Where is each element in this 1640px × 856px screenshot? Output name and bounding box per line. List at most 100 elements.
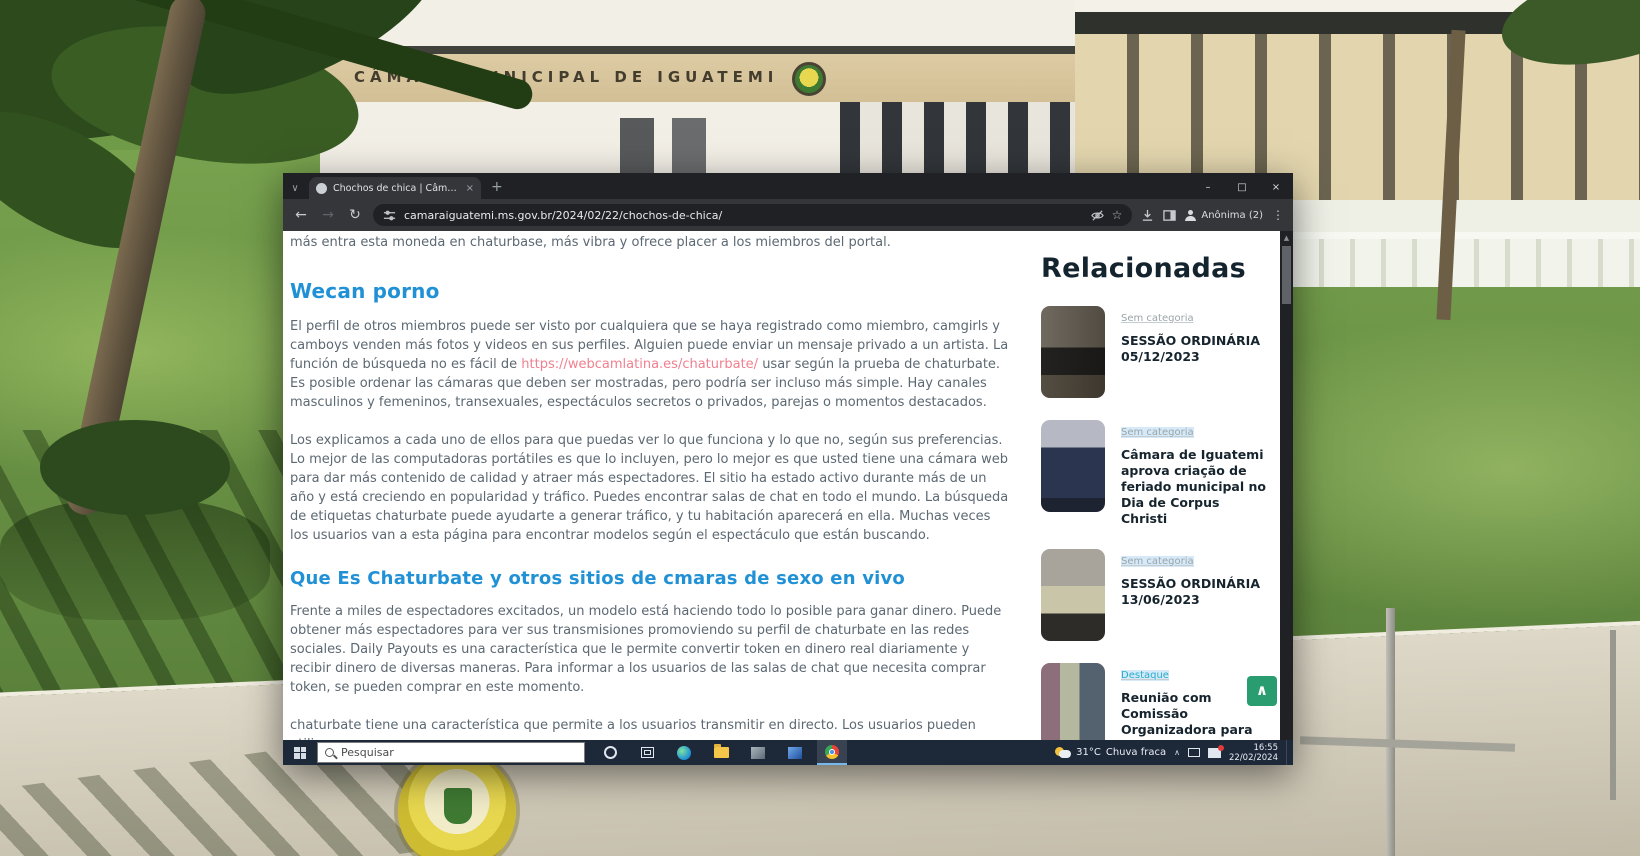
weather-icon <box>1055 747 1072 758</box>
task-view-button[interactable] <box>632 740 662 765</box>
building-eave <box>320 46 1080 54</box>
browser-menu-icon[interactable]: ⋮ <box>1272 208 1284 222</box>
tray-display-icon[interactable] <box>1188 748 1200 757</box>
taskbar-app-icons <box>595 740 847 765</box>
browser-tab[interactable]: Chochos de chica | Câmara Mu × <box>309 177 481 199</box>
scrollbar-up-arrow[interactable]: ▲ <box>1280 231 1293 242</box>
related-title-link[interactable]: SESSÃO ORDINÁRIA 13/06/2023 <box>1121 576 1266 608</box>
related-item[interactable]: Destaque Reunião com Comissão Organizado… <box>1041 663 1266 740</box>
related-category-link[interactable]: Sem categoria <box>1121 313 1194 324</box>
profile-avatar-icon <box>1185 209 1197 221</box>
windows-taskbar: Pesquisar 31°C Chuva fraca ∧ 16:55 22/02… <box>283 740 1293 765</box>
building-windows <box>840 102 1080 178</box>
address-bar[interactable]: camaraiguatemi.ms.gov.br/2024/02/22/choc… <box>373 204 1133 226</box>
taskbar-search-box[interactable]: Pesquisar <box>317 742 585 763</box>
site-controls-icon[interactable] <box>383 209 396 222</box>
related-category-link[interactable]: Sem categoria <box>1121 556 1194 567</box>
wallpaper-shrub <box>40 420 230 515</box>
related-thumbnail[interactable] <box>1041 663 1105 740</box>
search-icon <box>325 748 334 757</box>
reload-button[interactable]: ↻ <box>346 207 364 223</box>
edge-button[interactable] <box>669 740 699 765</box>
window-maximize-button[interactable]: □ <box>1225 182 1259 199</box>
tray-keyboard-icon[interactable] <box>1208 744 1224 758</box>
article-column: más entra esta moneda en chaturbase, más… <box>290 231 1012 740</box>
forward-button[interactable]: → <box>319 207 337 223</box>
page-content: más entra esta moneda en chaturbase, más… <box>283 231 1293 740</box>
related-category-link[interactable]: Destaque <box>1121 670 1169 681</box>
related-thumbnail[interactable] <box>1041 420 1105 512</box>
page-scrollbar[interactable]: ▲ <box>1280 231 1293 740</box>
file-explorer-icon <box>713 744 729 758</box>
new-tab-button[interactable]: + <box>491 179 503 195</box>
wallpaper-fence <box>1293 232 1640 287</box>
file-explorer-button[interactable] <box>706 740 736 765</box>
weather-condition: Chuva fraca <box>1105 747 1167 758</box>
tab-close-icon[interactable]: × <box>466 183 474 194</box>
profile-button[interactable]: Anônima (2) <box>1185 209 1263 221</box>
scroll-to-top-button[interactable]: ∧ <box>1247 676 1277 706</box>
edge-icon <box>677 745 691 760</box>
building-emblem <box>792 62 826 96</box>
cortana-icon <box>603 746 617 759</box>
clock-time: 16:55 <box>1253 742 1279 753</box>
chrome-icon <box>825 744 839 759</box>
window-minimize-button[interactable]: – <box>1191 182 1225 199</box>
start-button[interactable] <box>283 740 317 765</box>
article-intro-line: más entra esta moneda en chaturbase, más… <box>290 235 891 250</box>
wallpaper-hedge <box>0 500 270 620</box>
related-item[interactable]: Sem categoria SESSÃO ORDINÁRIA 05/12/202… <box>1041 306 1266 398</box>
downloads-icon[interactable] <box>1141 209 1154 222</box>
tab-search-icon[interactable]: ∨ <box>283 183 307 199</box>
related-sidebar: Relacionadas Sem categoria SESSÃO ORDINÁ… <box>1041 231 1266 740</box>
wallpaper-building: CÂMARA MUNICIPAL DE IGUATEMI <box>320 0 1080 178</box>
related-heading: Relacionadas <box>1041 253 1247 284</box>
related-item[interactable]: Sem categoria Câmara de Iguatemi aprova … <box>1041 420 1266 527</box>
mail-app-button[interactable] <box>780 740 810 765</box>
article-paragraph-4: chaturbate tiene una característica que … <box>290 718 976 740</box>
back-button[interactable]: ← <box>292 207 310 223</box>
bookmark-star-icon[interactable]: ☆ <box>1112 208 1123 222</box>
notification-badge <box>1218 744 1224 751</box>
related-title-link[interactable]: SESSÃO ORDINÁRIA 05/12/2023 <box>1121 333 1266 365</box>
mail-app-icon <box>788 746 802 759</box>
chaturbate-link[interactable]: https://webcamlatina.es/chaturbate/ <box>521 357 758 372</box>
related-title-link[interactable]: Câmara de Iguatemi aprova criação de fer… <box>1121 447 1266 527</box>
related-category-link[interactable]: Sem categoria <box>1121 427 1194 438</box>
clock-date: 22/02/2024 <box>1229 752 1278 763</box>
lamp-pole <box>1610 630 1616 800</box>
url-text[interactable]: camaraiguatemi.ms.gov.br/2024/02/22/choc… <box>404 209 1083 222</box>
related-thumbnail[interactable] <box>1041 549 1105 641</box>
article-heading-wecan: Wecan porno <box>290 279 440 303</box>
window-close-button[interactable]: × <box>1259 182 1293 199</box>
article-paragraph-1: El perfil de otros miembros puede ser vi… <box>290 317 1012 412</box>
article-paragraph-2: Los explicamos a cada uno de ellos para … <box>290 433 1009 543</box>
tab-favicon-icon <box>316 182 327 194</box>
taskbar-clock[interactable]: 16:55 22/02/2024 <box>1229 743 1278 763</box>
browser-tab-strip: ∨ Chochos de chica | Câmara Mu × + – □ × <box>283 173 1293 199</box>
article-paragraph-3: Frente a miles de espectadores excitados… <box>290 604 1002 695</box>
photos-app-button[interactable] <box>743 740 773 765</box>
system-tray: 31°C Chuva fraca ∧ 16:55 22/02/2024 <box>1055 740 1293 765</box>
related-title-link[interactable]: Reunião com Comissão Organizadora para t… <box>1121 690 1266 740</box>
related-thumbnail[interactable] <box>1041 306 1105 398</box>
lamp-pole <box>1386 608 1395 856</box>
side-panel-icon[interactable] <box>1163 209 1177 222</box>
building-door <box>672 118 706 178</box>
article-heading-que-es: Que Es Chaturbate y otros sitios de cmar… <box>290 568 905 589</box>
remote-desktop-screenshot: ∨ Chochos de chica | Câmara Mu × + – □ ×… <box>283 173 1293 765</box>
related-item[interactable]: Sem categoria SESSÃO ORDINÁRIA 13/06/202… <box>1041 549 1266 641</box>
show-desktop-button[interactable] <box>1286 740 1290 765</box>
incognito-eye-icon[interactable] <box>1090 209 1104 222</box>
cortana-button[interactable] <box>595 740 625 765</box>
photos-app-icon <box>751 746 765 759</box>
windows-logo-icon <box>294 746 306 759</box>
scrollbar-thumb[interactable] <box>1282 246 1291 304</box>
chrome-button-active[interactable] <box>817 740 847 765</box>
hidden-icons-chevron[interactable]: ∧ <box>1174 748 1180 757</box>
wallpaper-crest-shield <box>444 788 472 824</box>
weather-widget[interactable]: 31°C Chuva fraca <box>1055 747 1166 758</box>
search-placeholder: Pesquisar <box>341 746 394 759</box>
weather-temp: 31°C <box>1076 747 1101 758</box>
browser-toolbar: ← → ↻ camaraiguatemi.ms.gov.br/2024/02/2… <box>283 199 1293 231</box>
